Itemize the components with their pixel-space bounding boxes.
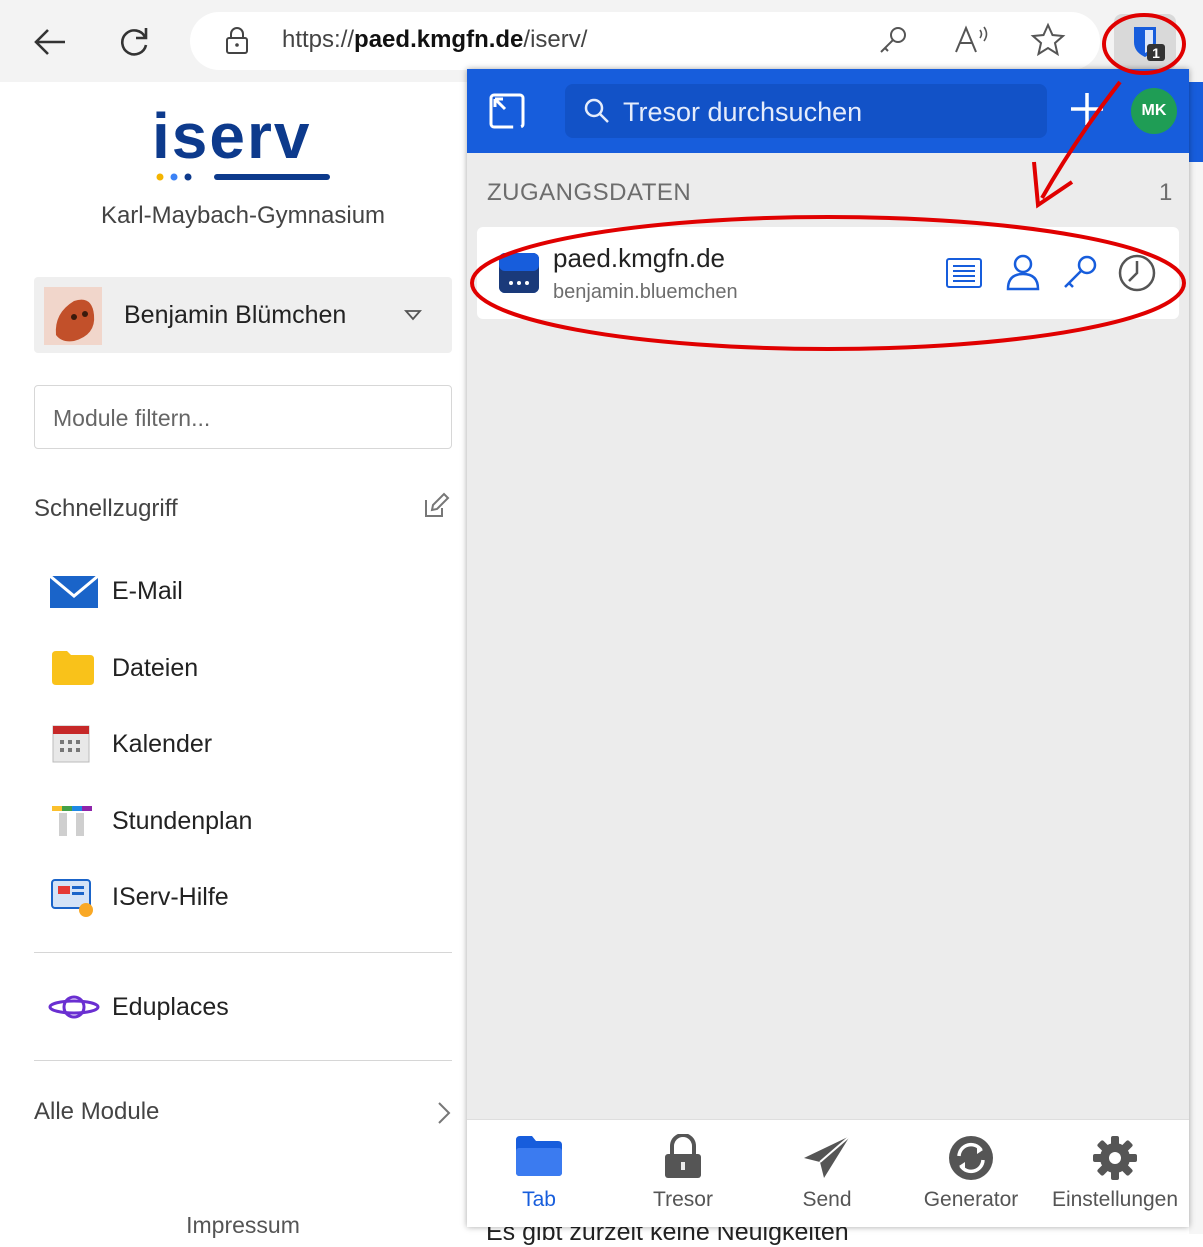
module-label: Stundenplan — [112, 806, 253, 835]
folder-icon — [516, 1136, 562, 1176]
copy-password-icon[interactable] — [1061, 253, 1099, 291]
site-icon — [499, 253, 539, 293]
read-aloud-icon[interactable] — [952, 22, 992, 58]
tab-label: Tresor — [653, 1188, 713, 1211]
tab-label: Send — [802, 1188, 852, 1211]
bitwarden-extension-button[interactable]: 1 — [1114, 14, 1176, 70]
module-label: Eduplaces — [112, 992, 229, 1021]
module-timetable[interactable]: Stundenplan — [48, 794, 428, 848]
module-help[interactable]: IServ-Hilfe — [48, 870, 428, 924]
tab-settings[interactable]: Einstellungen — [1043, 1120, 1187, 1227]
help-icon — [51, 879, 93, 917]
copy-username-icon[interactable] — [1005, 253, 1041, 291]
quick-access-heading: Schnellzugriff — [34, 495, 178, 522]
reload-icon — [121, 28, 148, 56]
add-icon[interactable] — [1067, 89, 1107, 129]
star-icon[interactable] — [1030, 22, 1066, 58]
edit-icon[interactable] — [422, 492, 450, 520]
logo-dots-icon — [156, 173, 330, 181]
tab-generator[interactable]: Generator — [899, 1120, 1043, 1227]
shield-icon: 1 — [1134, 27, 1165, 61]
popup-tab-bar: Tab Tresor Send Generator Einstellungen — [467, 1119, 1189, 1227]
popout-icon[interactable] — [487, 91, 527, 131]
mail-icon — [50, 576, 98, 608]
arrow-left-icon — [34, 29, 65, 55]
send-icon — [804, 1135, 851, 1178]
back-button[interactable] — [26, 18, 74, 66]
folder-icon — [52, 651, 94, 685]
tab-label: Tab — [522, 1188, 556, 1211]
vault-search-input[interactable]: Tresor durchsuchen — [565, 84, 1047, 138]
planet-icon — [48, 995, 100, 1019]
module-eduplaces[interactable]: Eduplaces — [48, 980, 428, 1034]
account-avatar[interactable]: MK — [1131, 88, 1177, 134]
all-modules-link[interactable]: Alle Module — [34, 1098, 159, 1126]
avatar — [44, 287, 102, 345]
module-label: IServ-Hilfe — [112, 882, 229, 911]
user-menu[interactable]: Benjamin Blümchen — [34, 277, 452, 353]
module-label: Dateien — [112, 653, 199, 682]
key-icon[interactable] — [876, 24, 910, 58]
lock-icon[interactable] — [224, 26, 250, 56]
clock-icon[interactable] — [1117, 253, 1157, 293]
tab-vault[interactable]: Tresor — [611, 1120, 755, 1227]
user-name: Benjamin Blümchen — [124, 301, 347, 329]
popup-header: Tresor durchsuchen MK — [467, 69, 1189, 153]
login-item[interactable]: paed.kmgfn.de benjamin.bluemchen — [477, 227, 1179, 319]
generator-icon — [949, 1136, 993, 1180]
chevron-right-icon[interactable] — [436, 1100, 452, 1126]
chevron-down-icon — [404, 310, 422, 321]
page-background-strip — [1189, 82, 1203, 1234]
timetable-icon — [52, 806, 92, 836]
tab-label: Generator — [923, 1188, 1019, 1211]
tab-tab[interactable]: Tab — [467, 1120, 611, 1227]
impressum-link[interactable]: Impressum — [34, 1212, 452, 1239]
item-username: benjamin.bluemchen — [553, 281, 738, 303]
divider — [34, 1060, 452, 1061]
section-count: 1 — [1159, 179, 1173, 206]
search-placeholder: Tresor durchsuchen — [623, 97, 863, 127]
section-title: ZUGANGSDATEN — [487, 179, 692, 206]
divider — [34, 952, 452, 953]
module-email[interactable]: E-Mail — [48, 564, 428, 618]
extension-badge: 1 — [1152, 45, 1160, 61]
calendar-icon — [52, 725, 90, 763]
gear-icon — [1093, 1136, 1137, 1180]
tab-send[interactable]: Send — [755, 1120, 899, 1227]
module-filter-input[interactable]: Module filtern... — [34, 385, 452, 449]
url-text[interactable]: https://paed.kmgfn.de/iserv/ — [282, 26, 587, 54]
module-label: E-Mail — [112, 576, 183, 605]
search-icon — [584, 98, 609, 123]
autofill-icon[interactable] — [945, 257, 983, 289]
logo-text: iserv — [152, 100, 312, 172]
password-manager-popup: Tresor durchsuchen MK ZUGANGSDATEN 1 pae… — [467, 69, 1189, 1227]
module-calendar[interactable]: Kalender — [48, 717, 428, 771]
iserv-logo[interactable]: iserv — [152, 100, 332, 190]
item-title: paed.kmgfn.de — [553, 243, 726, 273]
module-files[interactable]: Dateien — [48, 641, 428, 695]
module-label: Kalender — [112, 729, 213, 758]
page-header-strip — [1189, 82, 1203, 162]
reload-button[interactable] — [110, 18, 158, 66]
globe-icon — [499, 253, 539, 293]
filter-placeholder: Module filtern... — [53, 405, 211, 431]
school-name: Karl-Maybach-Gymnasium — [100, 202, 386, 229]
tab-label: Einstellungen — [1051, 1188, 1179, 1211]
lock-icon — [665, 1134, 701, 1178]
